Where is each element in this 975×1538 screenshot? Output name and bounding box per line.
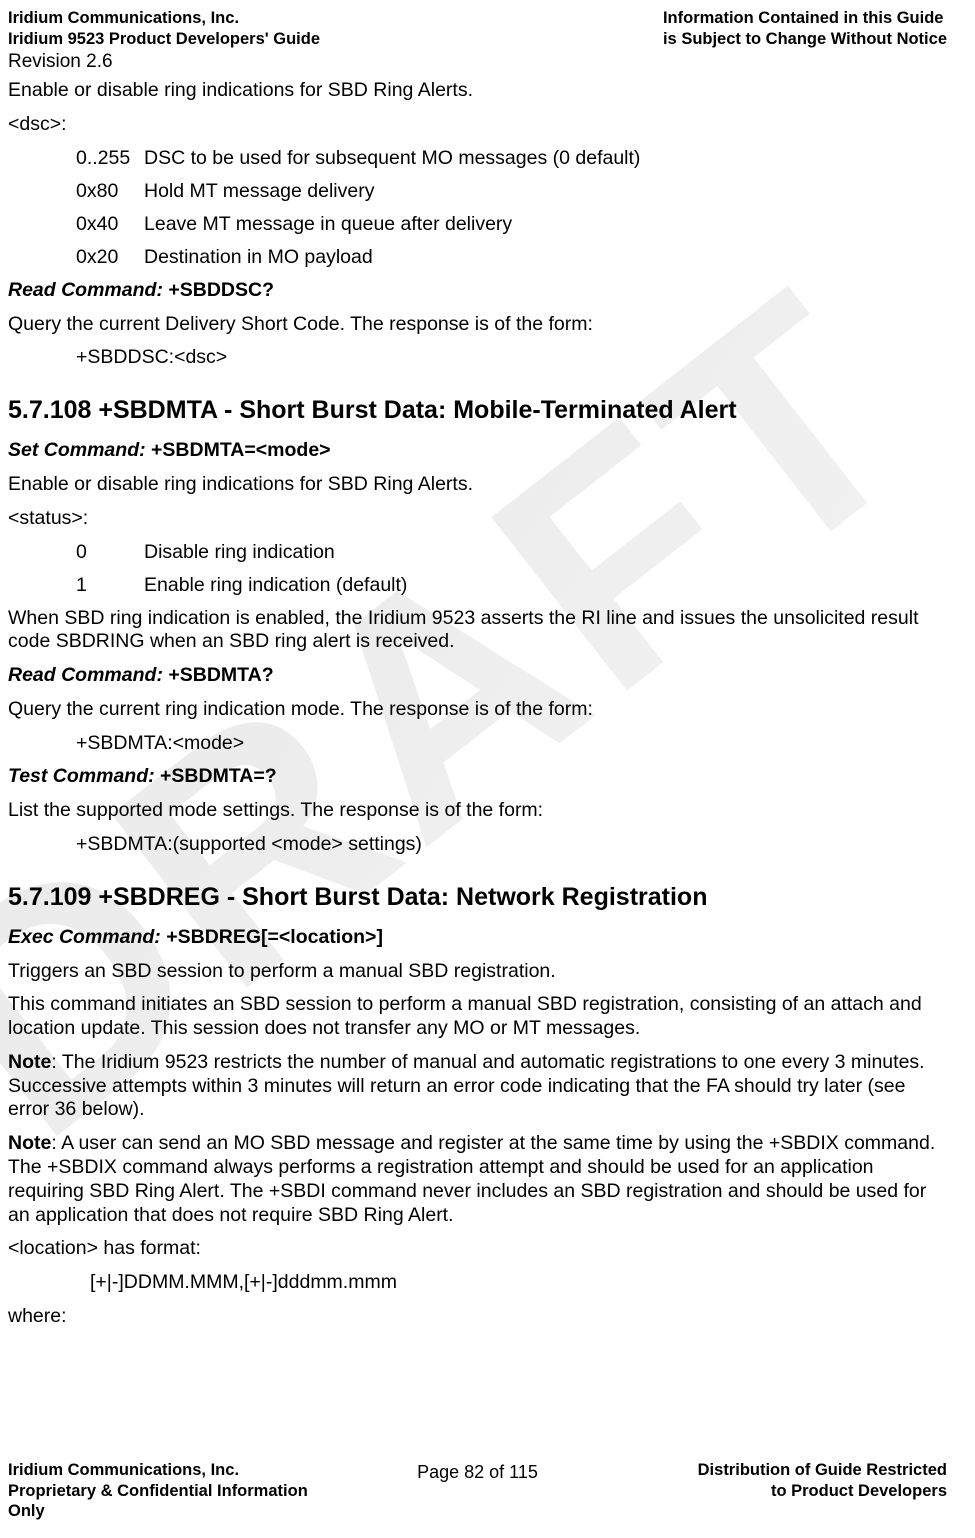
dsc-value: DSC to be used for subsequent MO message… bbox=[144, 147, 640, 170]
page-number: Page 82 of 115 bbox=[417, 1460, 538, 1484]
footer-only: Only bbox=[8, 1501, 407, 1522]
dsc-value: Leave MT message in queue after delivery bbox=[144, 213, 512, 236]
paragraph: When SBD ring indication is enabled, the… bbox=[8, 607, 947, 655]
dsc-key: 0x80 bbox=[76, 180, 144, 203]
note-paragraph: Note: The Iridium 9523 restricts the num… bbox=[8, 1051, 947, 1122]
revision-text: Revision 2.6 bbox=[8, 51, 947, 73]
read-command-hdr: Read Command: +SBDDSC? bbox=[8, 279, 947, 303]
response-form: +SBDMTA:(supported <mode> settings) bbox=[76, 833, 947, 857]
page-content: Iridium Communications, Inc. Iridium 952… bbox=[0, 0, 975, 1329]
test-command-hdr: Test Command: +SBDMTA=? bbox=[8, 765, 947, 789]
note-text: : A user can send an MO SBD message and … bbox=[8, 1132, 935, 1225]
location-label: <location> has format: bbox=[8, 1237, 947, 1261]
paragraph: Enable or disable ring indications for S… bbox=[8, 473, 947, 497]
read-command-label: Read Command: bbox=[8, 664, 163, 686]
where-label: where: bbox=[8, 1305, 947, 1329]
exec-command-value: +SBDREG[=<location>] bbox=[161, 926, 383, 948]
note-label: Note bbox=[8, 1051, 51, 1073]
read-command-value: +SBDDSC? bbox=[163, 279, 274, 301]
set-command-hdr: Set Command: +SBDMTA=<mode> bbox=[8, 439, 947, 463]
header-info-line2: is Subject to Change Without Notice bbox=[663, 29, 947, 50]
response-form: +SBDDSC:<dsc> bbox=[76, 346, 947, 370]
paragraph: Enable or disable ring indications for S… bbox=[8, 79, 947, 103]
footer-distribution-line1: Distribution of Guide Restricted bbox=[548, 1460, 947, 1481]
read-command-hdr: Read Command: +SBDMTA? bbox=[8, 664, 947, 688]
status-table: 0Disable ring indication 1Enable ring in… bbox=[76, 541, 947, 597]
section-5-7-109: 5.7.109 +SBDREG - Short Burst Data: Netw… bbox=[8, 883, 947, 912]
set-command-value: +SBDMTA=<mode> bbox=[146, 439, 331, 461]
status-key: 0 bbox=[76, 541, 144, 564]
paragraph: Query the current ring indication mode. … bbox=[8, 698, 947, 722]
status-label: <status>: bbox=[8, 507, 947, 531]
note-paragraph: Note: A user can send an MO SBD message … bbox=[8, 1132, 947, 1227]
dsc-value: Hold MT message delivery bbox=[144, 180, 374, 203]
header-guide-title: Iridium 9523 Product Developers' Guide bbox=[8, 29, 320, 50]
section-5-7-108: 5.7.108 +SBDMTA - Short Burst Data: Mobi… bbox=[8, 396, 947, 425]
read-command-value: +SBDMTA? bbox=[163, 664, 274, 686]
location-format: [+|-]DDMM.MMM,[+|-]dddmm.mmm bbox=[90, 1271, 947, 1295]
status-value: Enable ring indication (default) bbox=[144, 574, 407, 597]
page-footer: Iridium Communications, Inc. Proprietary… bbox=[8, 1460, 947, 1522]
note-label: Note bbox=[8, 1132, 51, 1154]
dsc-key: 0..255 bbox=[76, 147, 144, 170]
dsc-key: 0x40 bbox=[76, 213, 144, 236]
footer-distribution-line2: to Product Developers bbox=[548, 1481, 947, 1502]
test-command-label: Test Command: bbox=[8, 765, 155, 787]
header-company: Iridium Communications, Inc. bbox=[8, 8, 320, 29]
status-value: Disable ring indication bbox=[144, 541, 335, 564]
test-command-value: +SBDMTA=? bbox=[155, 765, 277, 787]
dsc-label: <dsc>: bbox=[8, 113, 947, 137]
read-command-label: Read Command: bbox=[8, 279, 163, 301]
set-command-label: Set Command: bbox=[8, 439, 146, 461]
note-text: : The Iridium 9523 restricts the number … bbox=[8, 1051, 925, 1121]
status-key: 1 bbox=[76, 574, 144, 597]
dsc-table: 0..255DSC to be used for subsequent MO m… bbox=[76, 147, 947, 269]
paragraph: This command initiates an SBD session to… bbox=[8, 993, 947, 1041]
paragraph: List the supported mode settings. The re… bbox=[8, 799, 947, 823]
dsc-value: Destination in MO payload bbox=[144, 246, 373, 269]
paragraph: Query the current Delivery Short Code. T… bbox=[8, 313, 947, 337]
response-form: +SBDMTA:<mode> bbox=[76, 732, 947, 756]
paragraph: Triggers an SBD session to perform a man… bbox=[8, 960, 947, 984]
footer-confidential: Proprietary & Confidential Information bbox=[8, 1481, 407, 1502]
footer-company: Iridium Communications, Inc. bbox=[8, 1460, 407, 1481]
exec-command-label: Exec Command: bbox=[8, 926, 161, 948]
header-info-line1: Information Contained in this Guide bbox=[663, 8, 947, 29]
exec-command-hdr: Exec Command: +SBDREG[=<location>] bbox=[8, 926, 947, 950]
page-header: Iridium Communications, Inc. Iridium 952… bbox=[8, 8, 947, 49]
dsc-key: 0x20 bbox=[76, 246, 144, 269]
